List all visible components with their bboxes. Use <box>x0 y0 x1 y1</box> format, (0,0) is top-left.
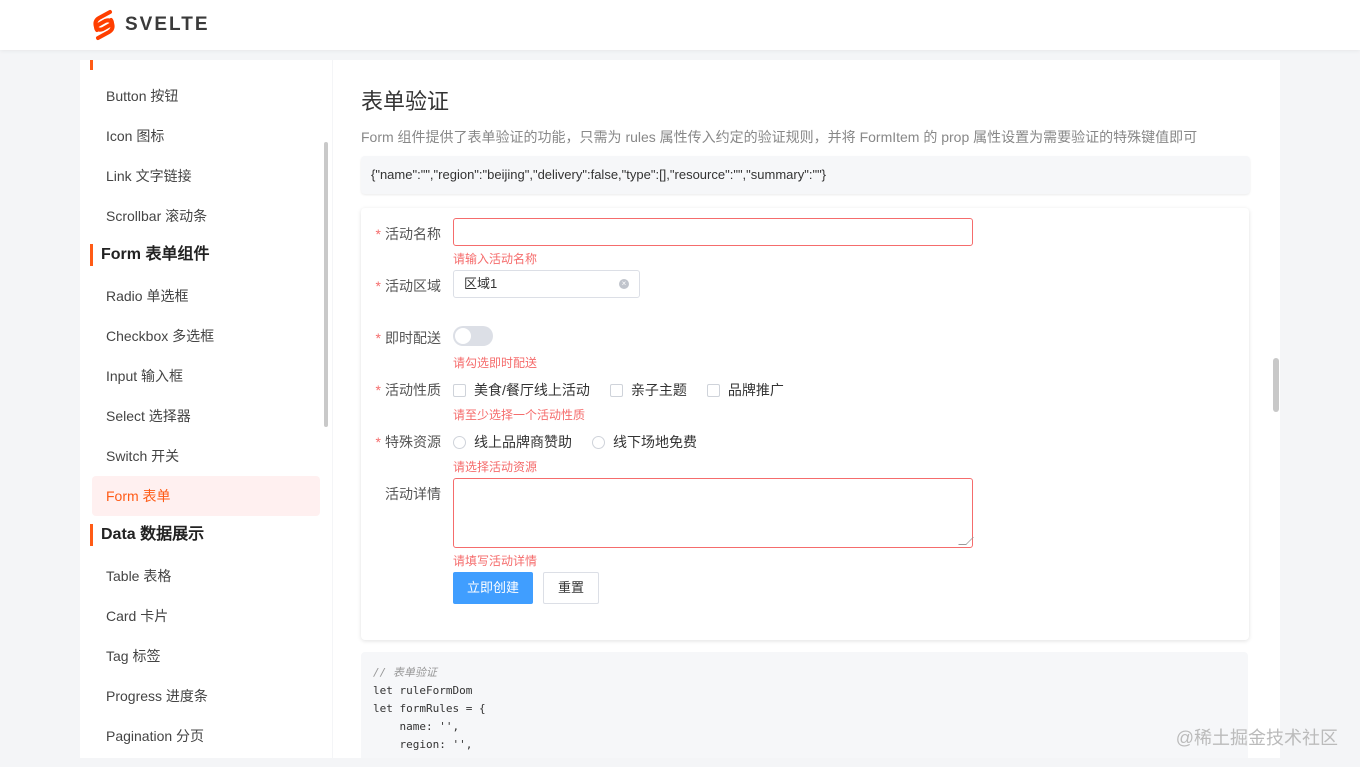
sidebar-item-checkbox[interactable]: Checkbox 多选框 <box>92 316 320 356</box>
delivery-error: 请勾选即时配送 <box>453 356 538 370</box>
page-title: 表单验证 <box>361 89 450 114</box>
sidebar-item-switch[interactable]: Switch 开关 <box>92 436 320 476</box>
resource-error: 请选择活动资源 <box>453 460 538 474</box>
resource-radio-group: 线上品牌商赞助 线下场地免费 <box>453 432 717 452</box>
sidebar-item-radio[interactable]: Radio 单选框 <box>92 276 320 316</box>
delivery-label: * 即时配送 <box>375 330 441 346</box>
name-error: 请输入活动名称 <box>453 252 538 266</box>
sidebar-item-scrollbar[interactable]: Scrollbar 滚动条 <box>92 196 320 236</box>
submit-button[interactable]: 立即创建 <box>453 572 533 604</box>
main-content: 表单验证 Form 组件提供了表单验证的功能，只需为 rules 属性传入约定的… <box>333 60 1280 758</box>
radio[interactable] <box>453 435 466 449</box>
resource-option-offline[interactable]: 线下场地免费 <box>592 432 697 452</box>
top-bar: SVELTE <box>0 0 1360 50</box>
name-label: * 活动名称 <box>375 226 441 242</box>
checkbox[interactable] <box>706 383 720 397</box>
sidebar-item-link[interactable]: Link 文字链接 <box>92 156 320 196</box>
form-json-preview: {"name":"","region":"beijing","delivery"… <box>361 156 1250 194</box>
sidebar-item-table[interactable]: Table 表格 <box>92 556 320 596</box>
sidebar-item-form[interactable]: Form 表单 <box>92 476 320 516</box>
page-description: Form 组件提供了表单验证的功能，只需为 rules 属性传入约定的验证规则，… <box>361 129 1198 145</box>
brand-name: SVELTE <box>125 14 210 35</box>
activity-summary-textarea[interactable] <box>453 478 974 548</box>
region-label: * 活动区域 <box>375 278 441 294</box>
sidebar-item-icon[interactable]: Icon 图标 <box>92 116 320 156</box>
type-option-brand[interactable]: 品牌推广 <box>706 380 784 400</box>
sidebar-group-basic <box>90 60 101 70</box>
sidebar: Button 按钮 Icon 图标 Link 文字链接 Scrollbar 滚动… <box>80 60 332 758</box>
reset-button[interactable]: 重置 <box>543 572 599 604</box>
sidebar-item-pagination[interactable]: Pagination 分页 <box>92 716 320 756</box>
code-line: // 表单验证 <box>373 666 437 679</box>
delivery-switch[interactable] <box>453 326 493 346</box>
resize-handle[interactable] <box>958 537 974 545</box>
checkbox[interactable] <box>609 383 623 397</box>
summary-label: 活动详情 <box>385 486 441 502</box>
checkbox[interactable] <box>453 383 466 397</box>
code-sample: // 表单验证 let ruleFormDom let formRules = … <box>361 652 1248 758</box>
radio[interactable] <box>592 435 605 449</box>
code-line: let formRules = { <box>373 702 486 715</box>
sidebar-item-progress[interactable]: Progress 进度条 <box>92 676 320 716</box>
type-label: * 活动性质 <box>375 382 441 398</box>
code-line: let ruleFormDom <box>373 684 473 697</box>
sidebar-item-select[interactable]: Select 选择器 <box>92 396 320 436</box>
type-error: 请至少选择一个活动性质 <box>453 408 586 422</box>
sidebar-item-tag[interactable]: Tag 标签 <box>92 636 320 676</box>
clear-icon[interactable]: × <box>619 279 629 289</box>
type-checkbox-group: 美食/餐厅线上活动 亲子主题 品牌推广 <box>453 380 804 400</box>
sidebar-group-form: Form 表单组件 <box>90 244 209 266</box>
resource-label: * 特殊资源 <box>375 434 441 450</box>
svelte-logo-icon <box>93 10 115 40</box>
brand-logo[interactable]: SVELTE <box>90 9 210 41</box>
code-line: region: '', <box>373 738 473 751</box>
sidebar-item-input[interactable]: Input 输入框 <box>92 356 320 396</box>
page-scrollbar[interactable] <box>1273 358 1279 412</box>
watermark: @稀土掘金技术社区 <box>1175 728 1338 748</box>
activity-name-input[interactable] <box>453 218 973 246</box>
summary-error: 请填写活动详情 <box>453 554 538 568</box>
sidebar-item-card[interactable]: Card 卡片 <box>92 596 320 636</box>
region-select[interactable]: 区域1 × <box>453 270 640 298</box>
resource-option-online[interactable]: 线上品牌商赞助 <box>453 432 572 452</box>
switch-knob <box>455 328 471 344</box>
region-value: 区域1 <box>464 276 498 291</box>
sidebar-item-button[interactable]: Button 按钮 <box>92 76 320 116</box>
type-option-family[interactable]: 亲子主题 <box>609 380 687 400</box>
type-option-food[interactable]: 美食/餐厅线上活动 <box>453 380 590 400</box>
sidebar-scrollbar[interactable] <box>324 142 328 427</box>
code-line: name: '', <box>373 720 460 733</box>
sidebar-group-data: Data 数据展示 <box>90 524 204 546</box>
validation-form: * 活动名称 请输入活动名称 * 活动区域 区域1 × * 即时配送 请勾选即时配送 … <box>361 208 1249 640</box>
